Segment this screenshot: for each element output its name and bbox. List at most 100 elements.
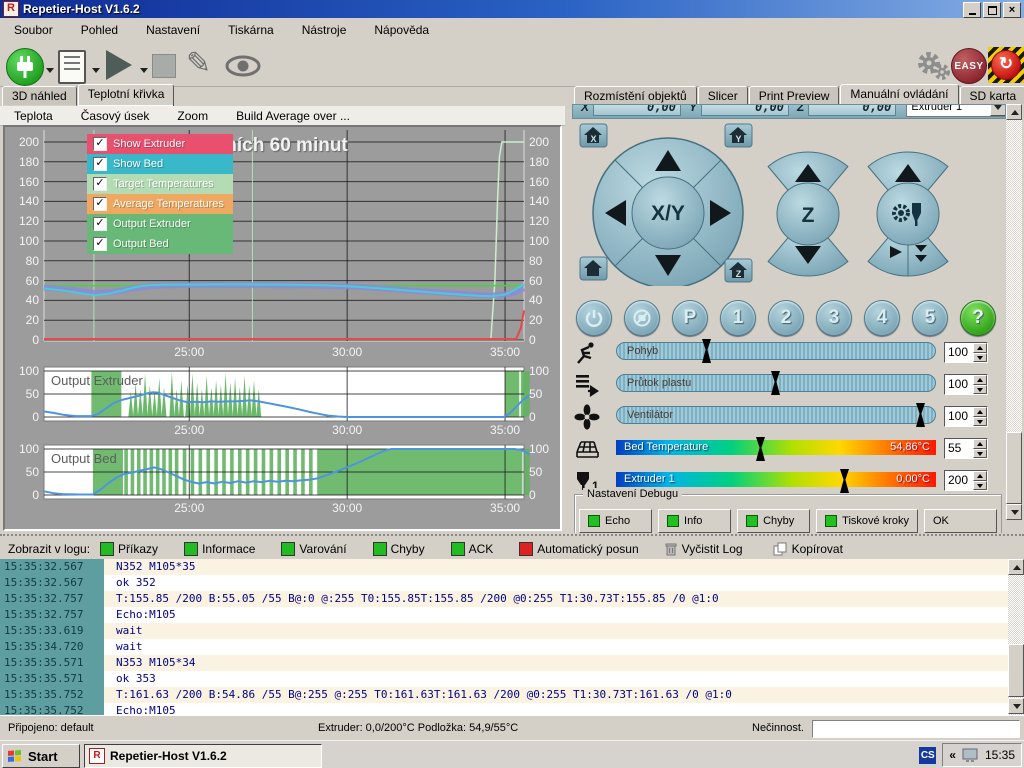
debug-toggle-echo[interactable]: Echo (579, 509, 652, 533)
spinner-down-arrow[interactable] (973, 385, 987, 395)
legend-checkbox[interactable]: ✓ (93, 237, 107, 251)
legend-item[interactable]: ✓Output Extruder (87, 214, 233, 234)
chevron-down-icon[interactable] (990, 104, 1006, 116)
spinner-down-arrow[interactable] (973, 449, 987, 459)
load-file-button[interactable] (58, 50, 86, 84)
debug-toggle-tiskov-kroky[interactable]: Tiskové kroky (816, 509, 918, 533)
home-y-button[interactable]: Y (725, 124, 752, 147)
spinner-up-arrow[interactable] (973, 439, 987, 449)
connect-button[interactable] (6, 48, 44, 86)
slider-thumb[interactable] (771, 371, 780, 395)
spinner-up-arrow[interactable] (973, 343, 987, 353)
slider-thumb[interactable] (840, 469, 849, 493)
slider-track[interactable]: Ventilátor (616, 406, 936, 424)
emergency-stop-button[interactable]: ↻ (988, 47, 1024, 83)
legend-item[interactable]: ✓Show Bed (87, 154, 233, 174)
log-scroll-down[interactable] (1008, 698, 1024, 714)
chart-menu-item[interactable]: Teplota (0, 109, 67, 123)
spinner-down-arrow[interactable] (973, 481, 987, 491)
tray-collapse-button[interactable]: « (949, 748, 956, 762)
load-dropdown-arrow[interactable] (92, 68, 100, 73)
panel-scrollbar[interactable] (1006, 104, 1022, 520)
slider-track[interactable]: Pohyb (616, 342, 936, 360)
log-toggle-varov-n-[interactable]: Varování (281, 542, 346, 556)
scrollbar-thumb[interactable] (1006, 432, 1022, 504)
help-button[interactable]: ? (960, 300, 996, 336)
home-z-button[interactable]: Z (725, 259, 752, 282)
value-spinner[interactable]: 200 (944, 470, 988, 491)
menu-item-n-stroje[interactable]: Nástroje (288, 20, 361, 40)
value-spinner[interactable]: 100 (944, 342, 988, 363)
log-toggle-chyby[interactable]: Chyby (373, 542, 425, 556)
start-print-button[interactable] (106, 50, 132, 80)
log-scrollbar[interactable] (1008, 559, 1024, 715)
spinner-arrows[interactable] (973, 407, 987, 426)
start-button[interactable]: Start (2, 744, 80, 768)
log-scroll-up[interactable] (1008, 559, 1024, 575)
legend-checkbox[interactable]: ✓ (93, 197, 107, 211)
restore-button[interactable] (983, 2, 1001, 18)
extruder-jog-pad[interactable] (868, 152, 948, 276)
log-toggle-informace[interactable]: Informace (184, 542, 255, 556)
slider-track[interactable]: Průtok plastu (616, 374, 936, 392)
preset-1-button[interactable]: 1 (720, 300, 756, 336)
chart-menu-item[interactable]: Build Average over ... (222, 109, 364, 123)
spinner-down-arrow[interactable] (973, 353, 987, 363)
spinner-arrows[interactable] (973, 439, 987, 458)
minimize-button[interactable] (963, 2, 981, 18)
spinner-arrows[interactable] (973, 343, 987, 362)
legend-checkbox[interactable]: ✓ (93, 157, 107, 171)
tab-rozm-st-n-objekt-[interactable]: Rozmístění objektů (574, 86, 697, 106)
edit-gcode-icon[interactable]: ✎ (186, 46, 211, 81)
menu-item-tisk-rna[interactable]: Tiskárna (214, 20, 288, 40)
print-dropdown-arrow[interactable] (140, 68, 148, 73)
legend-item[interactable]: ✓Show Extruder (87, 134, 233, 154)
tab-3d-n-hled[interactable]: 3D náhled (2, 86, 77, 106)
spinner-up-arrow[interactable] (973, 407, 987, 417)
value-spinner[interactable]: 100 (944, 406, 988, 427)
close-button[interactable]: × (1003, 2, 1021, 18)
slider-track[interactable]: Extruder 10,00°C (616, 472, 936, 487)
tab-sd-karta[interactable]: SD karta (960, 86, 1024, 106)
spinner-arrows[interactable] (973, 375, 987, 394)
slider-thumb[interactable] (702, 339, 711, 363)
home-x-button[interactable]: X (580, 124, 607, 147)
easy-mode-button[interactable]: EASY (951, 48, 987, 84)
legend-item[interactable]: ✓Output Bed (87, 234, 233, 254)
settings-gears-icon[interactable] (916, 50, 950, 85)
scroll-up-button[interactable] (1006, 104, 1022, 120)
slider-track[interactable]: Bed Temperature54,86°C (616, 440, 936, 455)
chart-menu-item[interactable]: Časový úsek (67, 109, 164, 123)
menu-item-n-pov-da[interactable]: Nápověda (360, 20, 443, 40)
spinner-up-arrow[interactable] (973, 471, 987, 481)
menu-item-nastaven-[interactable]: Nastavení (132, 20, 214, 40)
preset-3-button[interactable]: 3 (816, 300, 852, 336)
power-button[interactable] (576, 300, 612, 336)
spinner-arrows[interactable] (973, 471, 987, 490)
menu-item-pohled[interactable]: Pohled (67, 20, 132, 40)
log-output[interactable]: 15:35:32.567N352 M105*3515:35:32.567ok 3… (0, 559, 1024, 715)
debug-toggle-info[interactable]: Info (658, 509, 731, 533)
tab-slicer[interactable]: Slicer (698, 86, 748, 106)
clear-log-button[interactable]: Vyčistit Log (665, 542, 743, 556)
legend-checkbox[interactable]: ✓ (93, 137, 107, 151)
tab-print-preview[interactable]: Print Preview (749, 86, 840, 106)
slider-thumb[interactable] (916, 403, 925, 427)
preset-5-button[interactable]: 5 (912, 300, 948, 336)
eye-icon[interactable] (224, 54, 262, 83)
home-all-button[interactable] (580, 257, 607, 280)
xy-jog-pad[interactable]: X/Y (593, 138, 743, 286)
legend-item[interactable]: ✓Average Temperatures (87, 194, 233, 214)
legend-item[interactable]: ✓Target Temperatures (87, 174, 233, 194)
debug-toggle-chyby[interactable]: Chyby (737, 509, 810, 533)
spinner-down-arrow[interactable] (973, 417, 987, 427)
scroll-down-button[interactable] (1006, 504, 1022, 520)
slider-thumb[interactable] (756, 437, 765, 461)
log-scroll-thumb[interactable] (1008, 644, 1024, 697)
spinner-up-arrow[interactable] (973, 375, 987, 385)
display-tray-icon[interactable] (962, 747, 980, 763)
z-jog-pad[interactable]: Z (768, 152, 848, 276)
value-spinner[interactable]: 100 (944, 374, 988, 395)
tab-teplotn-k-ivka[interactable]: Teplotní křivka (78, 84, 175, 107)
chart-menu-item[interactable]: Zoom (163, 109, 222, 123)
